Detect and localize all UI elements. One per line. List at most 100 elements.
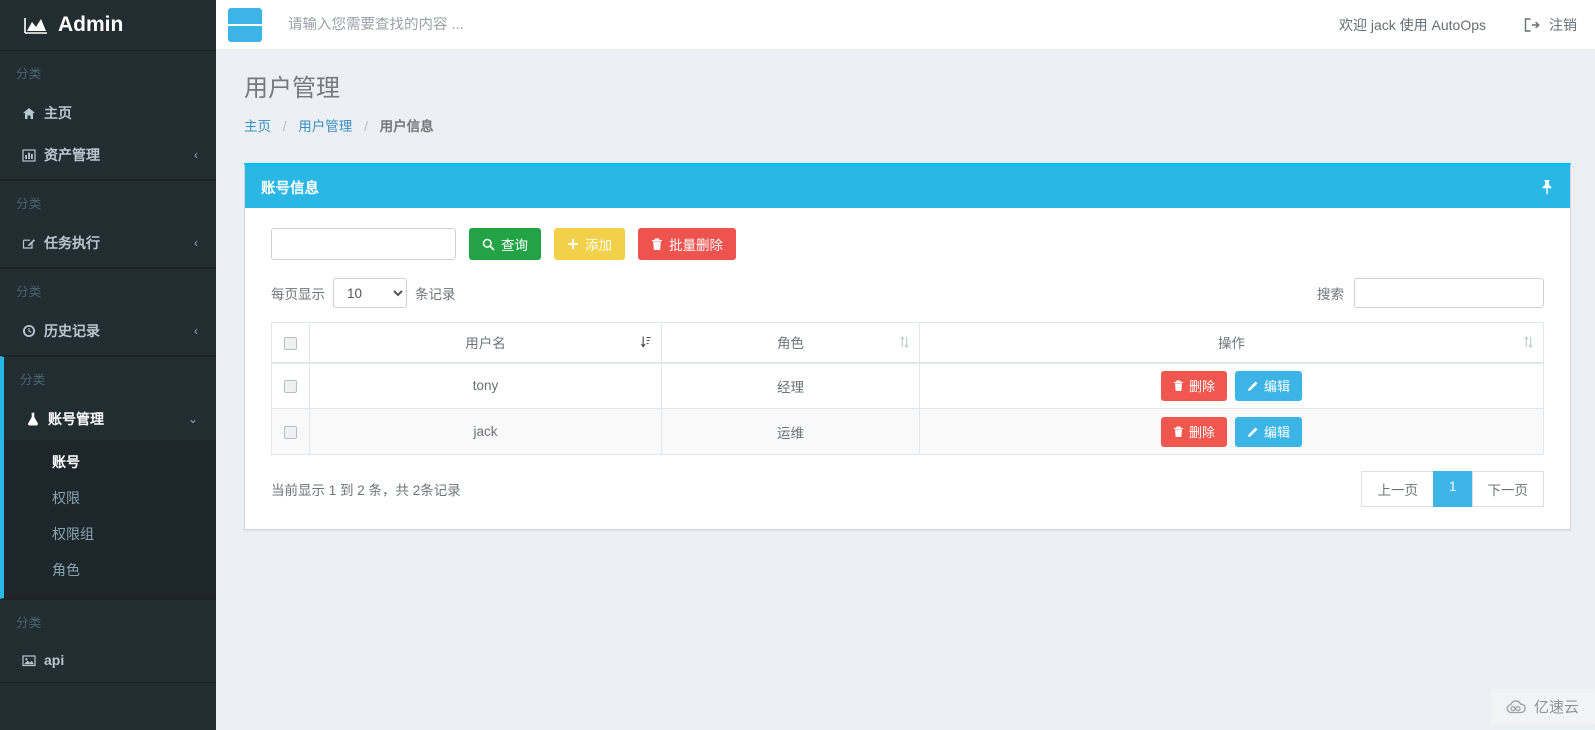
trash-icon — [1173, 380, 1184, 392]
table-controls: 每页显示 102550100 条记录 搜索 — [271, 278, 1544, 308]
column-header-select-all[interactable] — [271, 322, 310, 364]
table-row[interactable]: jack 运维 删除 编辑 — [271, 408, 1544, 455]
sort-icon[interactable] — [1524, 336, 1533, 349]
brand-title: Admin — [58, 13, 124, 36]
action-toolbar: 查询 添加 批量删除 — [259, 228, 1556, 260]
panel-title: 账号信息 — [261, 180, 319, 197]
pencil-icon — [1247, 426, 1259, 438]
page-length-control: 每页显示 102550100 条记录 — [271, 278, 456, 308]
sidebar-item-label: 账号管理 — [48, 411, 104, 427]
sidebar-item-home[interactable]: 主页 — [0, 92, 216, 134]
pagination-next[interactable]: 下一页 — [1471, 471, 1544, 507]
home-icon — [22, 107, 44, 120]
sidebar-item-task-execution[interactable]: 任务执行 ‹ — [0, 222, 216, 267]
add-button-label: 添加 — [585, 238, 612, 253]
logout-label: 注销 — [1549, 16, 1577, 33]
table-head: 用户名 角色 操作 — [271, 322, 1544, 364]
sidebar-subitem-permission[interactable]: 权限 — [4, 480, 216, 516]
column-header-username[interactable]: 用户名 — [309, 322, 662, 364]
sidebar-item-label: 主页 — [44, 105, 72, 121]
breadcrumb-item-user-management[interactable]: 用户管理 — [298, 119, 352, 134]
column-header-action[interactable]: 操作 — [919, 322, 1544, 364]
row-select-cell[interactable] — [271, 362, 310, 409]
account-info-panel: 账号信息 查询 添加 批量删除 每页显示 10 条记录 搜索 用户名 角色 操作… — [244, 163, 1571, 530]
sidebar-item-api[interactable]: api — [0, 641, 216, 682]
batch-delete-button[interactable]: 批量删除 — [638, 228, 736, 260]
welcome-text: 欢迎 jack 使用 AutoOps — [1338, 16, 1486, 33]
select-all-checkbox[interactable] — [284, 336, 297, 350]
row-action-group: 删除 编辑 — [920, 370, 1543, 401]
sidebar-item-account-management[interactable]: 账号管理 ⌄ — [4, 398, 216, 440]
area-chart-icon — [24, 15, 48, 35]
table-search-input[interactable] — [1354, 278, 1544, 308]
users-table: 用户名 角色 操作 tony 经理 删除 编辑 jack 运维 删除 编辑 — [271, 322, 1544, 455]
page-title: 用户管理 — [244, 75, 340, 102]
edit-row-label: 编辑 — [1264, 425, 1291, 440]
page-header: 用户管理 主页 / 用户管理 / 用户信息 — [216, 50, 1595, 135]
cloud-icon — [1505, 699, 1527, 715]
breadcrumb-item-home[interactable]: 主页 — [244, 119, 271, 134]
plus-icon — [567, 238, 579, 250]
sidebar-item-history[interactable]: 历史记录 ‹ — [0, 310, 216, 355]
table-search-label: 搜索 — [1317, 287, 1344, 302]
edit-square-icon — [22, 237, 44, 250]
sidebar-block-0: 分类 主页 资产管理 ‹ — [0, 50, 216, 180]
column-header-role[interactable]: 角色 — [661, 322, 920, 364]
table-row[interactable]: tony 经理 删除 编辑 — [271, 362, 1544, 409]
page-length-select[interactable]: 102550100 — [333, 278, 407, 308]
app-root: Admin 分类 主页 资产管理 ‹ 分类 任务执行 ‹ 分类 历史记录 ‹ 分… — [0, 0, 1595, 730]
column-header-role-label: 角色 — [777, 336, 804, 352]
delete-row-button[interactable]: 删除 — [1160, 416, 1227, 447]
edit-row-button[interactable]: 编辑 — [1235, 370, 1303, 401]
hamburger-icon[interactable] — [228, 7, 262, 42]
sidebar-header-4: 分类 — [16, 616, 42, 630]
sidebar-item-label: api — [44, 652, 65, 668]
delete-row-label: 删除 — [1188, 379, 1215, 395]
column-header-action-label: 操作 — [1218, 336, 1245, 352]
row-checkbox[interactable] — [284, 425, 297, 439]
pagination-prev[interactable]: 上一页 — [1361, 471, 1433, 507]
sidebar-item-asset-management[interactable]: 资产管理 ‹ — [0, 134, 216, 179]
trash-icon — [651, 238, 663, 251]
add-button[interactable]: 添加 — [554, 228, 625, 260]
cell-username: tony — [309, 362, 662, 409]
table-search-control: 搜索 — [1317, 278, 1544, 308]
clock-circle-icon — [22, 324, 44, 338]
chevron-left-icon: ‹ — [194, 236, 198, 250]
record-info: 当前显示 1 到 2 条，共 2条记录 — [271, 483, 461, 498]
table-body: tony 经理 删除 编辑 jack 运维 删除 编辑 — [271, 362, 1544, 455]
edit-row-button[interactable]: 编辑 — [1235, 416, 1303, 447]
row-action-group: 删除 编辑 — [920, 416, 1543, 447]
sidebar-header-1: 分类 — [16, 197, 42, 211]
row-checkbox[interactable] — [284, 380, 297, 394]
filter-input[interactable] — [271, 228, 456, 260]
sidebar-block-4: 分类 api — [0, 599, 216, 683]
flask-icon — [26, 412, 48, 426]
row-select-cell[interactable] — [271, 408, 310, 455]
brand-logo[interactable]: Admin — [0, 0, 216, 50]
global-search-input[interactable] — [288, 16, 1339, 33]
sort-desc-icon[interactable] — [641, 336, 651, 349]
sidebar-subitem-permission-group[interactable]: 权限组 — [4, 516, 216, 552]
query-button[interactable]: 查询 — [469, 228, 541, 260]
logout-button[interactable]: 注销 — [1524, 15, 1577, 35]
sidebar-subitem-account[interactable]: 账号 — [4, 444, 216, 480]
sidebar-block-2: 分类 历史记录 ‹ — [0, 268, 216, 356]
delete-row-button[interactable]: 删除 — [1160, 370, 1227, 401]
chevron-left-icon: ‹ — [194, 324, 198, 338]
thumbtack-icon[interactable] — [1540, 179, 1554, 195]
page-length-prefix: 每页显示 — [271, 287, 325, 302]
pagination-page-1[interactable]: 1 — [1432, 471, 1472, 507]
watermark-text: 亿速云 — [1533, 699, 1579, 716]
breadcrumb: 主页 / 用户管理 / 用户信息 — [244, 115, 1571, 135]
bar-chart-icon — [22, 148, 44, 162]
sidebar-subitem-role[interactable]: 角色 — [4, 552, 216, 588]
sort-icon[interactable] — [900, 336, 909, 349]
query-button-label: 查询 — [501, 238, 528, 253]
sidebar-header-2: 分类 — [16, 285, 42, 299]
panel-header: 账号信息 — [245, 166, 1570, 208]
cell-username: jack — [309, 408, 662, 455]
sidebar-header-3: 分类 — [20, 373, 46, 387]
pagination: 上一页 1 下一页 — [1361, 471, 1544, 507]
table-header-row: 用户名 角色 操作 — [271, 322, 1544, 364]
